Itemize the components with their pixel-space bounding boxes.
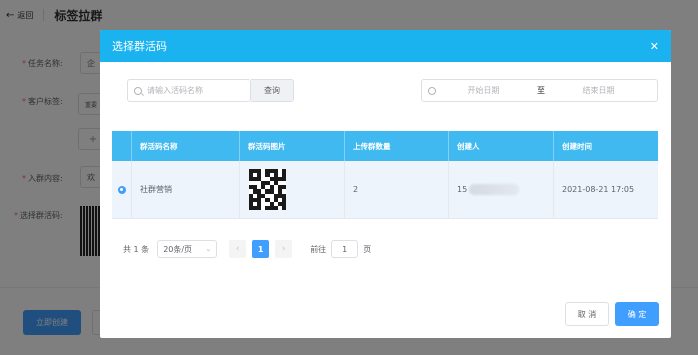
confirm-button[interactable]: 确 定 (615, 302, 659, 326)
code-table: 群活码名称 群活码图片 上传群数量 创建人 创建时间 社群营销 2 15 202… (112, 131, 658, 219)
start-date-input[interactable]: 开始日期 (436, 85, 531, 96)
chevron-down-icon: ⌄ (205, 245, 212, 253)
qr-code-image (249, 169, 286, 210)
header-name: 群活码名称 (132, 131, 240, 161)
header-count: 上传群数量 (345, 131, 449, 161)
end-date-input[interactable]: 结束日期 (551, 85, 646, 96)
header-created-at: 创建时间 (562, 141, 592, 151)
radio-checked-icon[interactable] (117, 185, 126, 194)
qr-module (281, 205, 286, 210)
creator-blurred (469, 184, 520, 195)
prev-page-button[interactable]: ‹ (229, 240, 247, 258)
row-select[interactable] (112, 161, 132, 218)
search-box (127, 79, 251, 102)
page-size-value: 20条/页 (163, 244, 193, 254)
select-code-dialog: 选择群活码 ✕ 查询 开始日期 至 结束日期 群活码名称 群活码图片 上传群数量… (100, 30, 671, 338)
next-page-button[interactable]: › (275, 240, 293, 258)
page-suffix: 页 (363, 244, 372, 254)
cell-name: 社群营销 (132, 161, 240, 218)
table-row[interactable]: 社群营销 2 15 2021-08-21 17:05 (112, 161, 658, 219)
pagination: 共 1 条 20条/页 ⌄ ‹ 1 › 前往 页 (123, 240, 371, 258)
query-button[interactable]: 查询 (251, 79, 294, 102)
search-icon (134, 86, 142, 95)
cell-created-at: 2021-08-21 17:05 (562, 185, 635, 194)
cell-count: 2 (345, 161, 449, 218)
header-creator: 创建人 (449, 131, 554, 161)
goto-label: 前往 (310, 244, 327, 254)
cell-creator: 15 (449, 161, 554, 218)
cancel-button[interactable]: 取 消 (565, 302, 609, 326)
dialog-header: 选择群活码 ✕ (100, 30, 671, 62)
date-separator: 至 (537, 86, 545, 95)
cell-image (240, 161, 345, 218)
search-input[interactable] (147, 86, 247, 95)
header-image: 群活码图片 (240, 131, 345, 161)
dialog-title: 选择群活码 (112, 40, 167, 53)
page-size-select[interactable]: 20条/页 ⌄ (157, 240, 218, 258)
date-range-picker[interactable]: 开始日期 至 结束日期 (421, 79, 658, 102)
clock-icon (428, 86, 436, 95)
page-number-current[interactable]: 1 (252, 240, 270, 258)
close-icon[interactable]: ✕ (650, 40, 659, 53)
goto-page-input[interactable] (331, 240, 359, 258)
creator-prefix: 15 (457, 185, 468, 194)
table-header: 群活码名称 群活码图片 上传群数量 创建人 创建时间 (112, 131, 658, 161)
pagination-total: 共 1 条 (123, 244, 150, 254)
header-select (112, 131, 132, 161)
